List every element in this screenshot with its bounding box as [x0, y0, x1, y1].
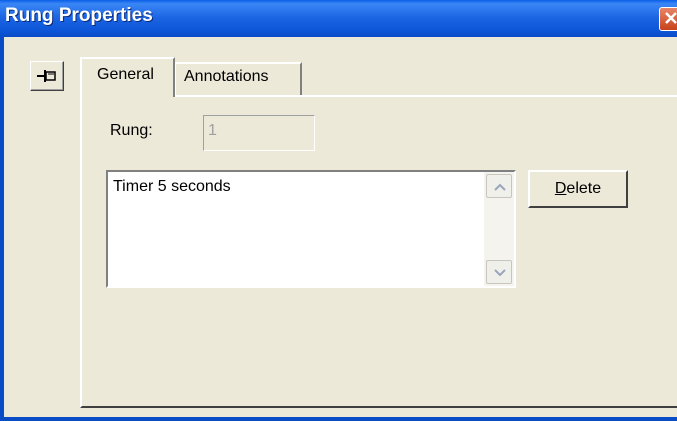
tab-annotations[interactable]: Annotations: [175, 62, 302, 95]
tab-general-label: General: [97, 66, 154, 83]
window-frame-bottom: [0, 417, 677, 421]
scroll-down-button[interactable]: [486, 260, 512, 284]
rung-label: Rung:: [110, 122, 153, 139]
delete-mnemonic: D: [554, 180, 567, 197]
window-frame-left: [0, 37, 4, 421]
close-icon: [665, 12, 677, 24]
title-bar[interactable]: Rung Properties: [0, 0, 677, 37]
window-title: Rung Properties: [5, 5, 153, 26]
delete-label-rest: elete: [566, 180, 602, 197]
pushpin-icon: [37, 70, 56, 82]
scroll-up-button[interactable]: [486, 174, 512, 198]
annotation-text: Timer 5 seconds: [113, 178, 231, 195]
tab-general[interactable]: General: [80, 57, 175, 97]
tab-annotations-label: Annotations: [184, 68, 269, 85]
vertical-scrollbar[interactable]: [484, 172, 514, 286]
annotation-text-area[interactable]: Timer 5 seconds: [106, 170, 516, 288]
delete-button[interactable]: Delete: [528, 170, 628, 208]
scroll-up-icon: [494, 183, 506, 191]
pin-button[interactable]: [30, 61, 64, 91]
rung-number-value: 1: [208, 122, 217, 139]
close-button[interactable]: [659, 7, 677, 31]
rung-properties-window: Rung Properties General Annotations Rung…: [0, 0, 677, 421]
scroll-down-icon: [494, 269, 506, 277]
rung-number-field: 1: [203, 115, 315, 151]
